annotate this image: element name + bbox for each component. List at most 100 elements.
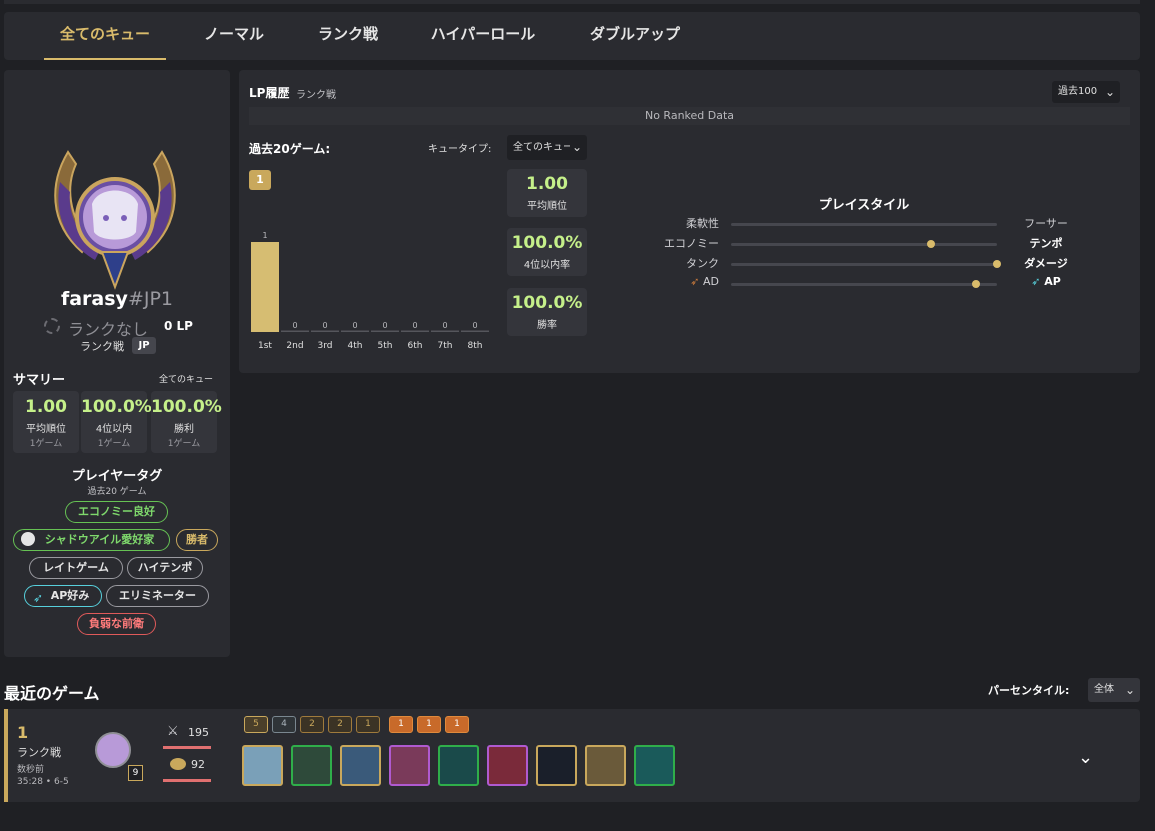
game-card[interactable]: 1 ランク戦 数秒前 35:28 • 6-5 9 ⚔ 195 92 5 4 2 … <box>4 709 1140 802</box>
summary-filter[interactable]: 全てのキュー <box>159 372 213 385</box>
chart-tick-label: 3rd <box>318 341 333 351</box>
playstyle-row-flexibility: 柔軟性 フーサー <box>686 217 1068 230</box>
unit-portrait[interactable] <box>242 745 283 786</box>
unit-portrait[interactable] <box>389 745 430 786</box>
unit-portrait[interactable] <box>536 745 577 786</box>
tab-normal[interactable]: ノーマル <box>194 12 274 60</box>
tab-ranked[interactable]: ランク戦 <box>308 12 388 60</box>
percentile-label: パーセンタイル: <box>988 684 1070 697</box>
gold-bar <box>163 779 211 782</box>
playstyle-title: プレイスタイル <box>818 198 910 213</box>
tag-economy[interactable]: エコノミー良好 <box>65 501 168 523</box>
trait-badge: 4 <box>272 716 296 733</box>
tag-shadow-isles[interactable]: シャドウアイル愛好家 <box>13 529 170 551</box>
unranked-icon <box>44 318 60 334</box>
tag-weak-frontline[interactable]: 負弱な前衛 <box>77 613 156 635</box>
recent-games-title: 最近のゲーム <box>4 684 100 703</box>
card-top4-rate: 100.0% 4位以内率 <box>507 228 587 276</box>
region-badge: JP <box>132 337 156 354</box>
unit-portrait[interactable] <box>585 745 626 786</box>
tag-late-game[interactable]: レイトゲーム <box>29 557 123 579</box>
queue-type-select[interactable]: 全てのキュー ⌄ <box>507 135 587 160</box>
queue-label: ランク戦 <box>80 340 124 353</box>
chart-bar-6th <box>401 330 429 332</box>
trait-badge: 2 <box>328 716 352 733</box>
playstyle-dot <box>971 280 980 288</box>
chart-value-label: 0 <box>472 321 477 330</box>
trait-badge: 2 <box>300 716 324 733</box>
player-tags-title: プレイヤータグ <box>71 469 163 484</box>
tag-eliminator[interactable]: エリミネーター <box>106 585 209 607</box>
chart-value-label: 0 <box>412 321 417 330</box>
playstyle-dot <box>926 240 935 248</box>
stats-panel: LP履歴 ランク戦 過去100 ⌄ No Ranked Data 過去20ゲーム:… <box>239 70 1140 373</box>
trait-badge: 1 <box>417 716 441 733</box>
chart-value-label: 0 <box>442 321 447 330</box>
tab-double-up[interactable]: ダブルアップ <box>580 12 690 60</box>
lp-empty-state: No Ranked Data <box>249 107 1130 125</box>
chart-value-label: 0 <box>352 321 357 330</box>
shadow-isles-icon <box>21 532 35 546</box>
ap-icon: ➶ <box>33 591 44 605</box>
tab-all-queues[interactable]: 全てのキュー <box>44 12 166 60</box>
chart-bar-3rd <box>311 330 339 332</box>
damage-bar <box>163 746 211 749</box>
lp-history-subtitle: ランク戦 <box>296 90 336 101</box>
game-meta: 35:28 • 6-5 <box>17 777 69 787</box>
percentile-select[interactable]: 全体 ⌄ <box>1088 678 1140 702</box>
game-time: 数秒前 <box>17 765 45 775</box>
chart-tick-label: 8th <box>468 341 483 351</box>
queue-tabs: 全てのキュー ノーマル ランク戦 ハイパーロール ダブルアップ <box>4 12 1140 60</box>
summary-title: サマリー <box>13 373 66 388</box>
unit-portrait[interactable] <box>634 745 675 786</box>
top-strip <box>4 0 1140 4</box>
chart-bar-4th <box>341 330 369 332</box>
chart-tick-label: 1st <box>258 341 272 351</box>
chart-value-label: 0 <box>292 321 297 330</box>
unit-portrait[interactable] <box>340 745 381 786</box>
trait-badge: 1 <box>356 716 380 733</box>
game-queue: ランク戦 <box>17 746 61 759</box>
rank-emblem-icon <box>54 150 176 290</box>
chevron-down-icon: ⌄ <box>570 135 584 160</box>
tag-winner[interactable]: 勝者 <box>176 529 218 551</box>
playstyle-row-economy: エコノミー テンポ <box>664 237 1063 250</box>
summary-avg-place: 1.00 平均順位 1ゲーム <box>13 391 79 453</box>
placement-stripe <box>4 709 8 802</box>
lp-range-select[interactable]: 過去100 ⌄ <box>1052 81 1120 103</box>
expand-chevron-icon[interactable]: ⌄ <box>1078 747 1093 768</box>
chart-tick-label: 4th <box>348 341 363 351</box>
chart-value-label: 1 <box>262 231 267 240</box>
chart-bar-7th <box>431 330 459 332</box>
queue-type-label: キュータイプ: <box>428 144 492 155</box>
tag-high-tempo[interactable]: ハイテンポ <box>127 557 203 579</box>
tag-ap-lover[interactable]: ➶ AP好み <box>24 585 102 607</box>
chart-bar-2nd <box>281 330 309 332</box>
chart-bar-8th <box>461 330 489 332</box>
unit-portrait[interactable] <box>291 745 332 786</box>
placement-badge: 1 <box>249 170 271 190</box>
playstyle-dot <box>993 260 1001 268</box>
ap-icon: ➶ <box>1031 275 1045 288</box>
gold-value: 92 <box>191 758 205 771</box>
card-win-rate: 100.0% 勝率 <box>507 288 587 336</box>
chart-value-label: 0 <box>322 321 327 330</box>
summary-top4: 100.0% 4位以内 1ゲーム <box>81 391 152 453</box>
trait-badge: 1 <box>445 716 469 733</box>
ad-icon: ➶ <box>690 275 703 288</box>
summary-wins: 100.0% 勝利 1ゲーム <box>151 391 222 453</box>
card-avg-place: 1.00 平均順位 <box>507 169 587 217</box>
chart-tick-label: 2nd <box>286 341 303 351</box>
chart-value-label: 0 <box>382 321 387 330</box>
chevron-down-icon: ⌄ <box>1103 81 1117 103</box>
chevron-down-icon: ⌄ <box>1123 678 1137 702</box>
lp-value: 0 LP <box>164 319 193 333</box>
tab-hyper-roll[interactable]: ハイパーロール <box>422 12 544 60</box>
unit-portrait[interactable] <box>438 745 479 786</box>
profile-panel: farasy#JP1 ランクなし 0 LP ランク戦 JP サマリー 全てのキュ… <box>4 70 230 657</box>
chart-bar-1st <box>251 242 279 332</box>
playstyle-row-tank: タンク ダメージ <box>686 257 1068 270</box>
game-placement: 1 <box>17 723 29 742</box>
lp-history-title: LP履歴 <box>249 86 290 100</box>
unit-portrait[interactable] <box>487 745 528 786</box>
